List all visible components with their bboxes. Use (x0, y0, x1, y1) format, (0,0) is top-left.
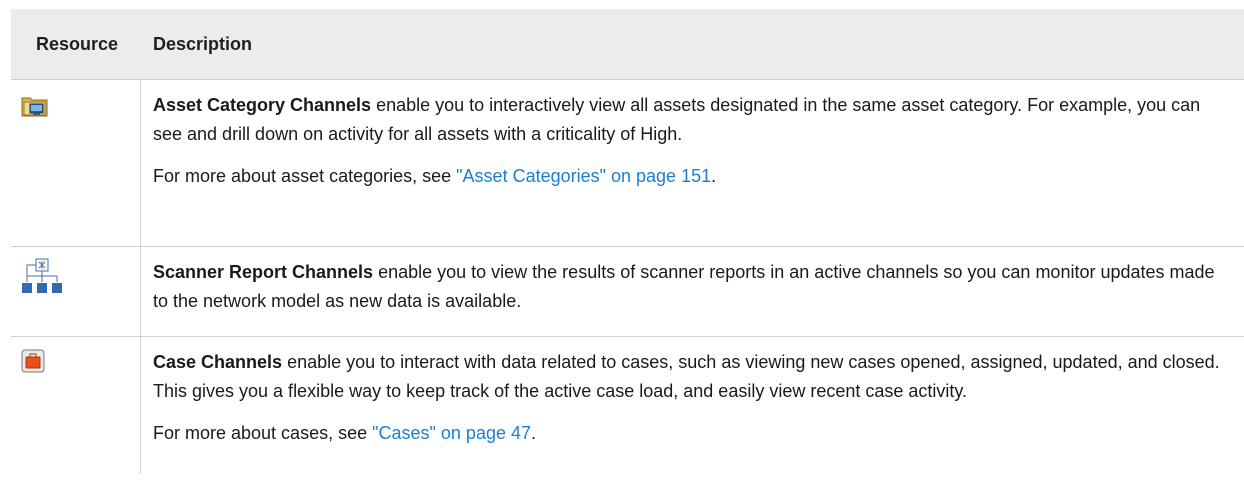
description-text: Scanner Report Channels enable you to vi… (153, 258, 1228, 316)
resource-title: Asset Category Channels (153, 95, 372, 115)
table-row: Asset Category Channels enable you to in… (11, 80, 1244, 247)
cases-link[interactable]: "Cases" on page 47 (372, 423, 531, 443)
more-info-suffix: . (531, 423, 537, 443)
description-cell: Case Channels enable you to interact wit… (141, 337, 1244, 474)
resource-title: Case Channels (153, 352, 283, 372)
asset-category-folder-icon (21, 94, 49, 123)
table-header: Resource Description (11, 9, 1244, 80)
more-info-prefix: For more about asset categories, see (153, 166, 457, 186)
description-cell: Asset Category Channels enable you to in… (141, 80, 1244, 246)
more-info-suffix: . (711, 166, 717, 186)
resource-cell (11, 337, 141, 474)
resource-cell (11, 247, 141, 336)
header-description: Description (153, 33, 253, 54)
resource-title: Scanner Report Channels (153, 262, 374, 282)
description-text: Asset Category Channels enable you to in… (153, 91, 1228, 149)
description-cell: Scanner Report Channels enable you to vi… (141, 247, 1244, 336)
resource-cell (11, 80, 141, 246)
more-info-prefix: For more about cases, see (153, 423, 373, 443)
more-info-text: For more about asset categories, see "As… (153, 162, 1228, 191)
case-icon (21, 349, 45, 378)
scanner-report-icon (21, 258, 63, 299)
description-text: Case Channels enable you to interact wit… (153, 348, 1228, 406)
resource-table: Resource Description Asset Category Chan… (11, 9, 1244, 474)
resource-description: enable you to interact with data related… (153, 352, 1220, 401)
asset-categories-link[interactable]: "Asset Categories" on page 151 (456, 166, 711, 186)
header-resource: Resource (35, 33, 119, 54)
table-row: Case Channels enable you to interact wit… (11, 337, 1244, 474)
table-row: Scanner Report Channels enable you to vi… (11, 247, 1244, 337)
more-info-text: For more about cases, see "Cases" on pag… (153, 419, 1228, 448)
